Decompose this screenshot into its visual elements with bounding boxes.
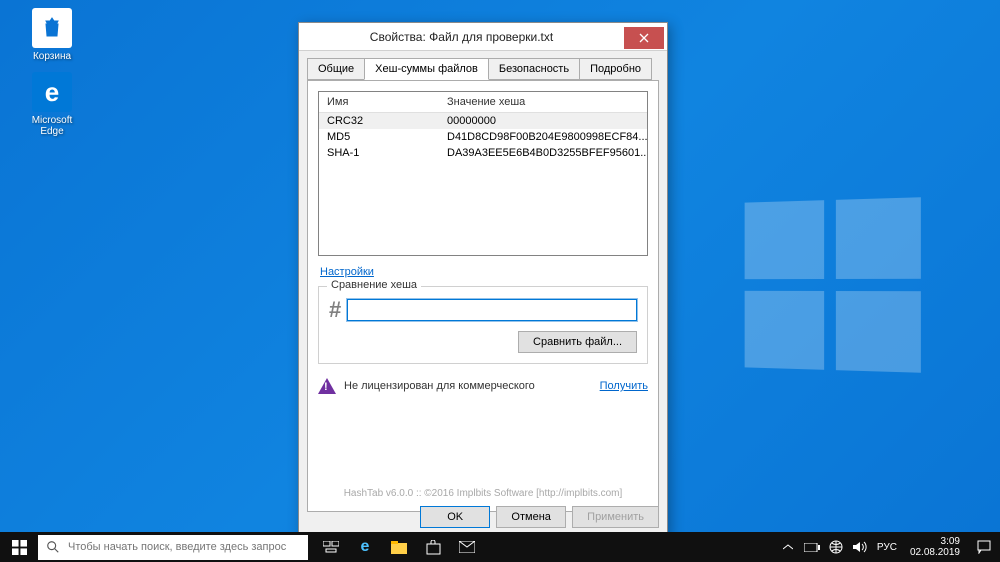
search-input[interactable]	[68, 541, 308, 553]
dialog-title: Свойства: Файл для проверки.txt	[299, 30, 624, 44]
tray-date: 02.08.2019	[910, 547, 960, 558]
task-view-button[interactable]	[314, 532, 348, 562]
tray-chevron-up-icon[interactable]	[776, 532, 800, 562]
windows-icon	[12, 540, 27, 555]
cell-name: SHA-1	[319, 145, 439, 161]
tray-language[interactable]: РУС	[872, 532, 902, 562]
desktop-icon-recycle-bin[interactable]: Корзина	[20, 8, 84, 62]
col-name[interactable]: Имя	[319, 92, 439, 112]
license-alert: Не лицензирован для коммерческого Получи…	[318, 378, 648, 394]
properties-dialog: Свойства: Файл для проверки.txt Общие Хе…	[298, 22, 668, 537]
ok-button[interactable]: OK	[420, 506, 490, 528]
col-value[interactable]: Значение хеша	[439, 92, 533, 112]
search-icon	[38, 540, 68, 554]
taskbar-edge[interactable]: e	[348, 532, 382, 562]
table-row[interactable]: MD5 D41D8CD98F00B204E9800998ECF84...	[319, 129, 647, 145]
get-license-link[interactable]: Получить	[600, 380, 648, 392]
alert-text: Не лицензирован для коммерческого	[344, 380, 592, 392]
cell-name: MD5	[319, 129, 439, 145]
tab-general[interactable]: Общие	[307, 58, 365, 80]
dialog-button-row: OK Отмена Применить	[420, 506, 659, 528]
settings-link[interactable]: Настройки	[320, 266, 374, 278]
table-row[interactable]: CRC32 00000000	[319, 113, 647, 129]
hash-icon: #	[329, 297, 341, 323]
taskbar-store[interactable]	[416, 532, 450, 562]
close-icon	[639, 33, 649, 43]
edge-icon: e	[32, 72, 72, 112]
tray-volume-icon[interactable]	[848, 532, 872, 562]
compare-file-button[interactable]: Сравнить файл...	[518, 331, 637, 353]
cell-value: D41D8CD98F00B204E9800998ECF84...	[439, 129, 647, 145]
tab-details[interactable]: Подробно	[579, 58, 652, 80]
desktop-icon-label: Microsoft Edge	[20, 115, 84, 137]
system-tray: РУС 3:09 02.08.2019	[776, 532, 1000, 562]
compare-legend: Сравнение хеша	[327, 279, 421, 291]
tray-time: 3:09	[910, 536, 960, 547]
dialog-titlebar[interactable]: Свойства: Файл для проверки.txt	[299, 23, 667, 51]
tray-network-icon[interactable]	[824, 532, 848, 562]
taskbar-mail[interactable]	[450, 532, 484, 562]
tab-security[interactable]: Безопасность	[488, 58, 580, 80]
taskbar-explorer[interactable]	[382, 532, 416, 562]
close-button[interactable]	[624, 27, 664, 49]
cell-name: CRC32	[319, 113, 439, 129]
apply-button[interactable]: Применить	[572, 506, 659, 528]
table-row[interactable]: SHA-1 DA39A3EE5E6B4B0D3255BFEF95601...	[319, 145, 647, 161]
warning-icon	[318, 378, 336, 394]
compare-fieldset: Сравнение хеша # Сравнить файл...	[318, 286, 648, 364]
action-center-button[interactable]	[968, 532, 1000, 562]
cancel-button[interactable]: Отмена	[496, 506, 566, 528]
tab-hashes[interactable]: Хеш-суммы файлов	[364, 58, 489, 80]
hash-grid[interactable]: Имя Значение хеша CRC32 00000000 MD5 D41…	[318, 91, 648, 256]
windows-logo-wallpaper	[745, 197, 921, 372]
start-button[interactable]	[0, 532, 38, 562]
desktop-icon-label: Корзина	[20, 51, 84, 62]
footer-text: HashTab v6.0.0 :: ©2016 Implbits Softwar…	[308, 488, 658, 499]
cell-value: 00000000	[439, 113, 647, 129]
cell-value: DA39A3EE5E6B4B0D3255BFEF95601...	[439, 145, 647, 161]
desktop: Корзина e Microsoft Edge Свойства: Файл …	[0, 0, 1000, 562]
compare-input[interactable]	[347, 299, 637, 321]
grid-header: Имя Значение хеша	[319, 92, 647, 113]
search-box[interactable]	[38, 535, 308, 560]
taskbar: e РУС 3:09 02.08.2019	[0, 532, 1000, 562]
tray-battery-icon[interactable]	[800, 532, 824, 562]
recycle-bin-icon	[32, 8, 72, 48]
tab-content: Имя Значение хеша CRC32 00000000 MD5 D41…	[307, 80, 659, 512]
tray-clock[interactable]: 3:09 02.08.2019	[902, 536, 968, 558]
desktop-icon-edge[interactable]: e Microsoft Edge	[20, 72, 84, 137]
tab-bar: Общие Хеш-суммы файлов Безопасность Подр…	[307, 58, 659, 81]
